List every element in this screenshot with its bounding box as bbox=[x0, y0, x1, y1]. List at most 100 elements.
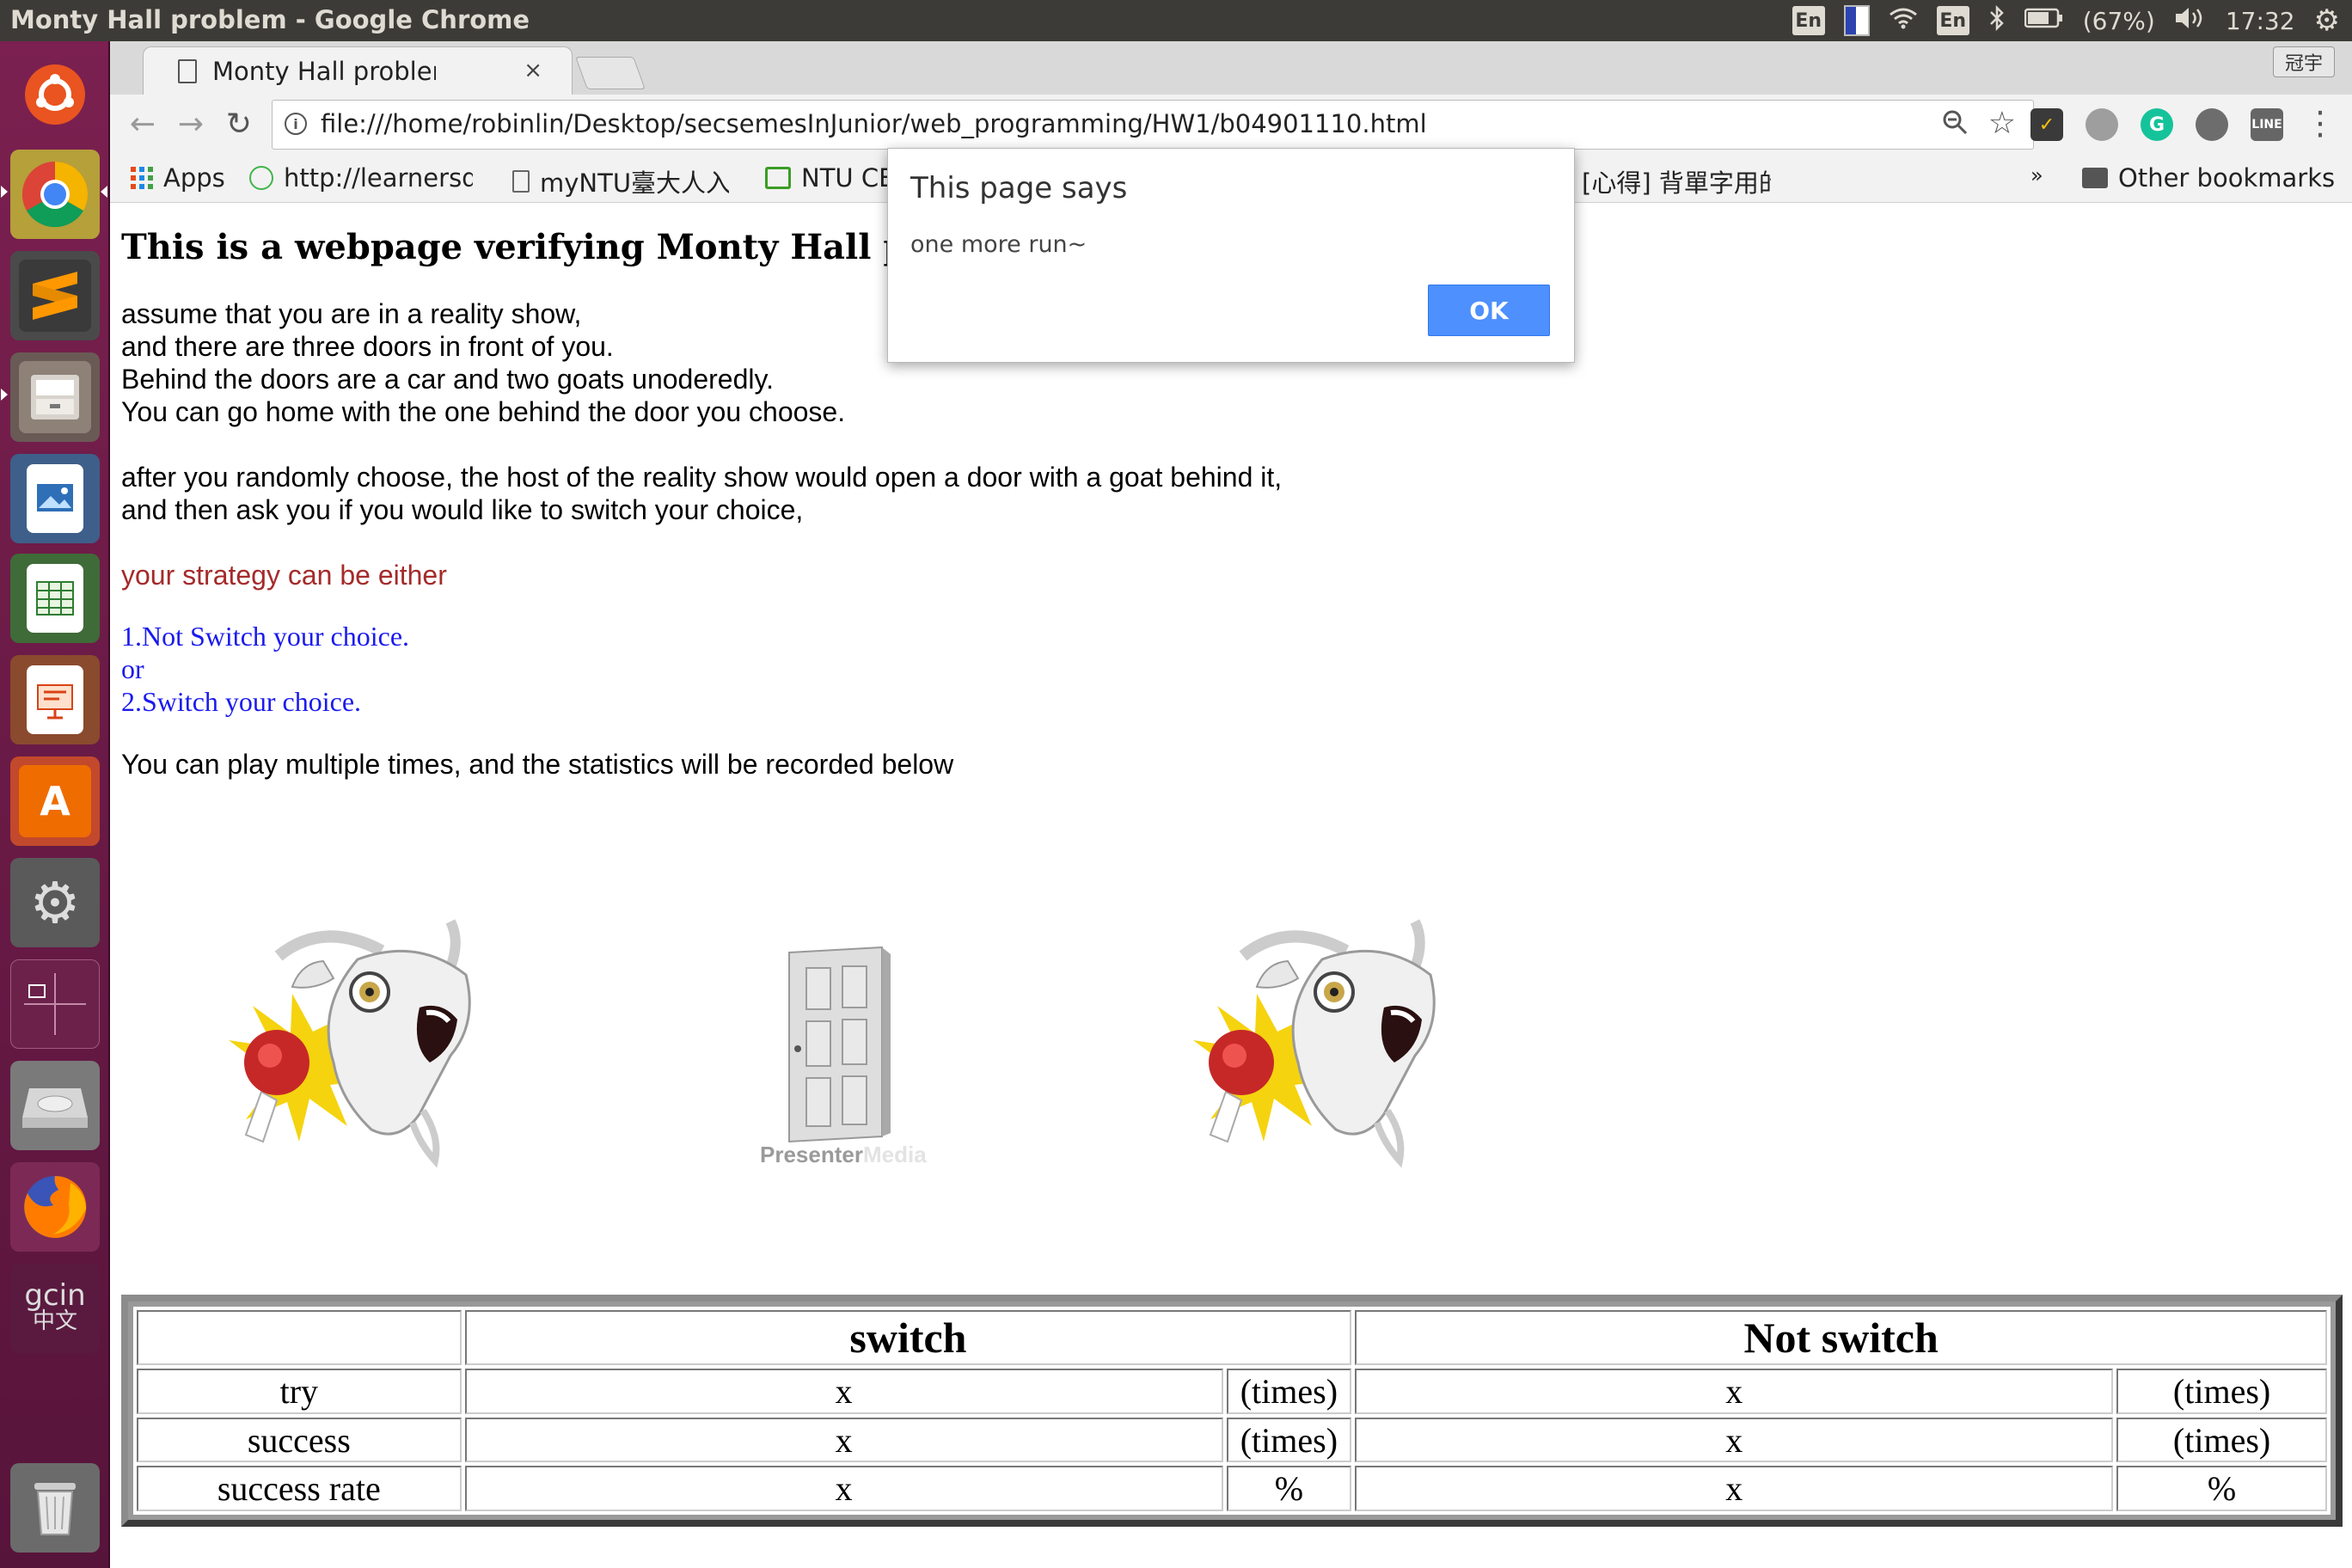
line-extension-icon[interactable]: LINE bbox=[2251, 108, 2283, 141]
explain-line: after you randomly choose, the host of t… bbox=[121, 462, 1283, 493]
table-corner-cell bbox=[137, 1310, 462, 1366]
file-cabinet-icon bbox=[19, 361, 91, 433]
back-arrow-icon[interactable]: ← bbox=[122, 103, 163, 144]
bookmarks-overflow-button[interactable]: » bbox=[2030, 163, 2043, 187]
globe-icon bbox=[249, 166, 273, 190]
launcher-sublime-text[interactable] bbox=[10, 251, 100, 340]
address-bar[interactable]: i file:///home/robinlin/Desktop/secsemes… bbox=[272, 100, 2034, 150]
sublime-text-icon bbox=[19, 260, 91, 332]
launcher-workspace-switcher[interactable] bbox=[10, 959, 100, 1049]
door-1-goat-image[interactable] bbox=[220, 911, 495, 1169]
tab-monty-hall[interactable]: Monty Hall problem × bbox=[143, 46, 573, 95]
running-indicator bbox=[1, 389, 8, 401]
bookmark-other-label: Other bookmarks bbox=[2118, 163, 2336, 193]
bookmark-ntu-ce[interactable]: NTU CE bbox=[765, 163, 894, 193]
trash-icon bbox=[19, 1472, 91, 1544]
launcher-libreoffice-calc[interactable] bbox=[10, 554, 100, 643]
launcher-libreoffice-impress[interactable] bbox=[10, 655, 100, 744]
bookmark-xinde-label: [心得] 背單字用的 bbox=[1582, 168, 1771, 198]
forward-arrow-icon[interactable]: → bbox=[170, 103, 211, 144]
launcher-chrome[interactable] bbox=[10, 150, 100, 239]
apps-grid-icon bbox=[131, 167, 153, 189]
launcher-disk-drive[interactable] bbox=[10, 1061, 100, 1150]
chrome-menu-icon[interactable]: ⋮ bbox=[2304, 107, 2337, 139]
reload-icon[interactable]: ↻ bbox=[218, 103, 260, 144]
strategy-text: your strategy can be either bbox=[121, 560, 447, 591]
input-language-indicator[interactable]: En bbox=[1936, 6, 1969, 35]
launcher: A ⚙ gcin 中文 bbox=[0, 41, 110, 1568]
launcher-gcin[interactable]: gcin 中文 bbox=[10, 1264, 100, 1353]
settings-gear-icon[interactable]: ⚙ bbox=[2314, 3, 2340, 38]
page-content: This is a webpage verifying Monty Hall p… bbox=[110, 203, 2352, 1568]
settings-wrench-icon: ⚙ bbox=[29, 869, 81, 936]
new-tab-button[interactable] bbox=[575, 57, 646, 89]
intro-line: You can go home with the one behind the … bbox=[121, 396, 846, 427]
grammarly-icon[interactable]: G bbox=[2141, 108, 2173, 141]
ok-button[interactable]: OK bbox=[1428, 285, 1550, 336]
bookmark-other[interactable]: Other bookmarks bbox=[2082, 163, 2335, 193]
header-not-switch: Not switch bbox=[1355, 1310, 2327, 1366]
row-label: try bbox=[137, 1369, 462, 1414]
battery-percentage: (67%) bbox=[2082, 6, 2155, 35]
switch-unit: % bbox=[1226, 1466, 1352, 1511]
launcher-system-settings[interactable]: ⚙ bbox=[10, 858, 100, 947]
not-switch-unit: (times) bbox=[2116, 1417, 2327, 1463]
row-label: success bbox=[137, 1417, 462, 1463]
door-3-goat-image[interactable] bbox=[1185, 911, 1460, 1169]
intro-line: Behind the doors are a car and two goats… bbox=[121, 364, 775, 395]
switch-unit: (times) bbox=[1226, 1369, 1352, 1414]
bookmark-star-icon[interactable]: ☆ bbox=[1988, 106, 2016, 141]
battery-icon[interactable] bbox=[2024, 7, 2064, 35]
presentation-icon bbox=[27, 665, 83, 734]
table-row: success x (times) x (times) bbox=[137, 1417, 2327, 1463]
extension-dark-icon[interactable] bbox=[2196, 108, 2228, 141]
switch-value: x bbox=[464, 1369, 1223, 1414]
extension-check-icon[interactable]: ✓ bbox=[2030, 108, 2063, 141]
bookmark-learners-label: http://learnersdi bbox=[284, 163, 473, 193]
launcher-libreoffice-draw[interactable] bbox=[10, 454, 100, 543]
dialog-title: This page says bbox=[910, 171, 1128, 205]
table-header-row: switch Not switch bbox=[137, 1310, 2327, 1366]
info-icon[interactable]: i bbox=[285, 113, 307, 135]
workspace-grid-icon bbox=[19, 968, 91, 1040]
not-switch-value: x bbox=[1355, 1417, 2114, 1463]
launcher-trash[interactable] bbox=[10, 1463, 100, 1553]
not-switch-value: x bbox=[1355, 1466, 2114, 1511]
option-not-switch: 1.Not Switch your choice. bbox=[121, 621, 410, 652]
wifi-icon[interactable] bbox=[1889, 7, 1918, 35]
launcher-dash-button[interactable] bbox=[10, 50, 100, 139]
launcher-software-center[interactable]: A bbox=[10, 756, 100, 846]
alert-dialog: This page says one more run~ OK bbox=[887, 148, 1575, 363]
statistics-table: switch Not switch try x (times) x (times… bbox=[121, 1295, 2343, 1527]
document-image-icon bbox=[27, 464, 83, 533]
bookmark-learners[interactable]: http://learnersdi bbox=[249, 163, 473, 193]
running-indicator bbox=[1, 186, 8, 198]
firefox-icon bbox=[19, 1171, 91, 1243]
page-icon bbox=[178, 58, 197, 83]
switch-value: x bbox=[464, 1417, 1223, 1463]
dialog-message: one more run~ bbox=[910, 231, 1087, 258]
hard-drive-icon bbox=[19, 1069, 91, 1142]
zoom-icon[interactable] bbox=[1942, 109, 1968, 142]
extension-grey-icon[interactable] bbox=[2086, 108, 2118, 141]
bookmark-apps-label: Apps bbox=[163, 163, 225, 193]
volume-icon[interactable] bbox=[2174, 5, 2207, 37]
play-instructions: You can play multiple times, and the sta… bbox=[121, 749, 954, 780]
clock[interactable]: 17:32 bbox=[2226, 7, 2295, 35]
profile-button[interactable]: 冠宇 bbox=[2273, 46, 2335, 77]
bookmark-myntu-label: myNTU臺大人入 bbox=[540, 168, 729, 198]
bookmark-xinde[interactable]: [心得] 背單字用的 bbox=[1582, 163, 1771, 199]
launcher-firefox[interactable] bbox=[10, 1162, 100, 1252]
input-method-icon[interactable] bbox=[1843, 5, 1870, 36]
launcher-files[interactable] bbox=[10, 352, 100, 442]
url-text[interactable]: file:///home/robinlin/Desktop/secsemesIn… bbox=[321, 109, 1427, 138]
tab-close-icon[interactable]: × bbox=[524, 58, 542, 83]
door-2-closed-image[interactable]: PresenterMedia bbox=[746, 942, 935, 1167]
switch-unit: (times) bbox=[1226, 1417, 1352, 1463]
focused-indicator bbox=[101, 186, 107, 198]
ntu-ceiba-icon bbox=[765, 167, 791, 189]
keyboard-layout-indicator[interactable]: En bbox=[1792, 6, 1825, 35]
bluetooth-icon[interactable] bbox=[1988, 4, 2006, 37]
bookmark-apps[interactable]: Apps bbox=[131, 163, 225, 193]
bookmark-myntu[interactable]: myNTU臺大人入 bbox=[512, 163, 729, 199]
